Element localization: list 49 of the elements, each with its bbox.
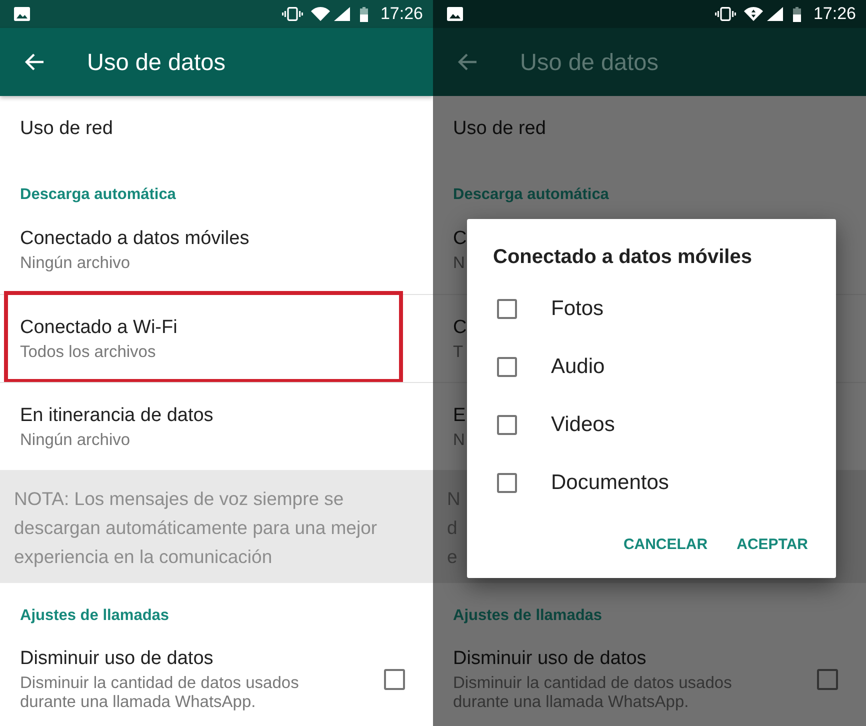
dialog-button[interactable]: CANCELAR	[615, 527, 716, 563]
option-label[interactable]: Audio	[551, 354, 605, 380]
section-header: Descarga automática	[20, 186, 176, 203]
image-icon	[447, 7, 463, 21]
setting-subtitle: T	[453, 342, 464, 362]
setting-title[interactable]: Disminuir uso de datos	[20, 647, 214, 671]
dialog-title: Conectado a datos móviles	[493, 245, 752, 270]
setting-title[interactable]: Uso de red	[453, 117, 546, 141]
back-arrow-icon	[457, 53, 477, 71]
battery-icon	[793, 6, 802, 22]
setting-title[interactable]: En itinerancia de datos	[20, 404, 214, 428]
setting-subtitle: Ningún archivo	[20, 430, 130, 450]
battery-icon	[360, 6, 368, 22]
setting-subtitle: Todos los archivos	[20, 342, 156, 362]
status-time: 17:26	[380, 4, 423, 24]
section-header: Ajustes de llamadas	[20, 607, 170, 624]
checkbox[interactable]	[497, 357, 517, 377]
setting-subtitle: N	[453, 430, 465, 450]
back-arrow-icon	[24, 53, 44, 71]
setting-subtitle: N	[453, 253, 465, 273]
status-time: 17:26	[813, 4, 856, 24]
setting-subtitle: Ningún archivo	[20, 253, 130, 273]
checkbox[interactable]	[497, 415, 517, 435]
dialog-button[interactable]: ACEPTAR	[728, 527, 816, 563]
note-text: NOTA: Los mensajes de voz siempre se descargan automáticamente para una mejor experiencia en la comunicación	[14, 487, 378, 569]
screen-title: Uso de datos	[87, 48, 226, 77]
vibrate-icon	[282, 7, 304, 21]
setting-title[interactable]: C	[453, 227, 467, 251]
back-button[interactable]	[457, 53, 477, 71]
checkbox[interactable]	[384, 669, 405, 690]
signal-icon	[334, 7, 350, 21]
setting-title[interactable]: Uso de red	[20, 117, 113, 141]
option-label[interactable]: Videos	[551, 412, 615, 438]
section-header: Descarga automática	[453, 186, 609, 203]
setting-subtitle: Disminuir la cantidad de datos usados durante una llamada WhatsApp.	[453, 674, 733, 712]
checkbox[interactable]	[497, 473, 517, 493]
setting-subtitle: Disminuir la cantidad de datos usados durante una llamada WhatsApp.	[20, 674, 300, 712]
setting-title[interactable]: Conectado a Wi-Fi	[20, 316, 178, 340]
checkbox[interactable]	[497, 299, 517, 319]
image-icon	[14, 7, 30, 21]
signal-icon	[767, 7, 784, 21]
setting-title[interactable]: Disminuir uso de datos	[453, 647, 646, 671]
setting-title[interactable]: Conectado a datos móviles	[20, 227, 250, 251]
checkbox[interactable]	[817, 669, 838, 690]
section-header: Ajustes de llamadas	[453, 607, 602, 624]
option-label[interactable]: Documentos	[551, 470, 669, 496]
vibrate-icon	[715, 7, 736, 21]
option-label[interactable]: Fotos	[551, 296, 604, 322]
screen-title: Uso de datos	[520, 48, 658, 77]
